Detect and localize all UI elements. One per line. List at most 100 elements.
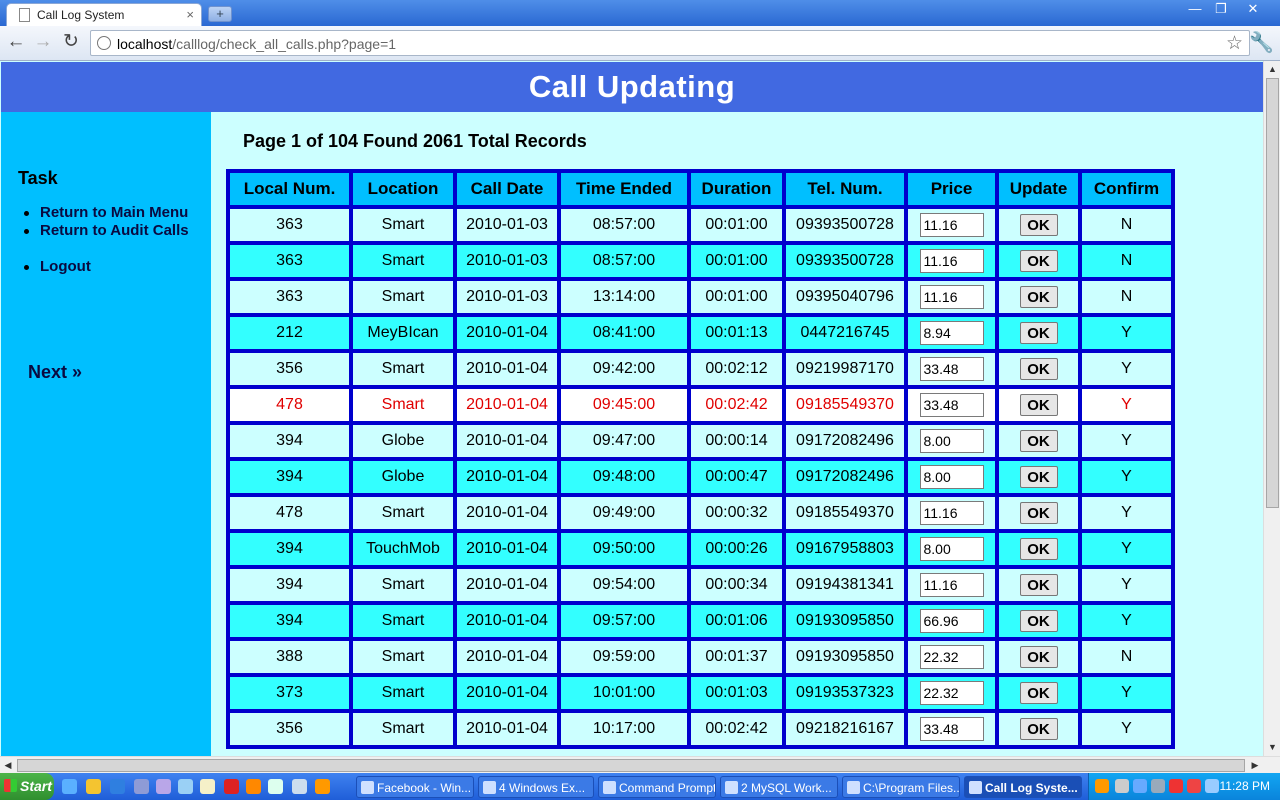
taskbar-item[interactable]: Command Prompt	[598, 776, 716, 798]
scroll-left-icon[interactable]: ◀	[0, 757, 16, 774]
ie-icon[interactable]	[110, 779, 125, 794]
menu-item-logout[interactable]: Logout	[22, 258, 189, 276]
price-input[interactable]	[919, 717, 984, 741]
cell-time: 09:59:00	[559, 639, 689, 675]
horizontal-scroll-thumb[interactable]	[17, 759, 1245, 772]
cell-price	[906, 387, 997, 423]
antivirus-icon[interactable]	[1169, 779, 1183, 793]
cell-confirm: N	[1080, 207, 1173, 243]
ok-button[interactable]: OK	[1019, 718, 1058, 740]
forward-icon[interactable]: →	[32, 31, 54, 53]
app-tray-icon[interactable]	[1133, 779, 1147, 793]
ok-button[interactable]: OK	[1019, 574, 1058, 596]
taskbar-item[interactable]: C:\Program Files...	[842, 776, 960, 798]
app-icon[interactable]	[156, 779, 171, 794]
show-desktop-icon[interactable]	[62, 779, 77, 794]
ok-button[interactable]: OK	[1019, 502, 1058, 524]
price-input[interactable]	[919, 537, 984, 561]
ok-button[interactable]: OK	[1019, 214, 1058, 236]
ok-button[interactable]: OK	[1019, 322, 1058, 344]
cell-local: 478	[228, 387, 351, 423]
rss-tray-icon[interactable]	[1095, 779, 1109, 793]
page-icon	[19, 8, 30, 22]
ok-button[interactable]: OK	[1019, 430, 1058, 452]
start-button[interactable]: Start	[0, 773, 54, 800]
price-input[interactable]	[919, 573, 984, 597]
horizontal-scrollbar[interactable]: ◀ ▶	[0, 756, 1280, 773]
ok-button[interactable]: OK	[1019, 646, 1058, 668]
price-input[interactable]	[919, 645, 984, 669]
minimize-button[interactable]: —	[1182, 1, 1208, 18]
cell-confirm: Y	[1080, 459, 1173, 495]
vlc-icon[interactable]	[246, 779, 261, 794]
price-input[interactable]	[919, 213, 984, 237]
restore-button[interactable]: ❐	[1208, 1, 1234, 18]
cell-local: 388	[228, 639, 351, 675]
notepad-icon[interactable]	[200, 779, 215, 794]
back-icon[interactable]: ←	[5, 31, 27, 53]
taskbar-item[interactable]: 2 MySQL Work...	[720, 776, 838, 798]
price-input[interactable]	[919, 429, 984, 453]
cell-time: 09:57:00	[559, 603, 689, 639]
menu-item-audit-calls[interactable]: Return to Audit Calls	[22, 222, 189, 240]
pdf-icon[interactable]	[224, 779, 239, 794]
next-page-link[interactable]: Next »	[28, 362, 82, 383]
taskbar-item[interactable]: 4 Windows Ex...	[478, 776, 594, 798]
bookmark-star-icon[interactable]: ☆	[1226, 32, 1243, 55]
price-input[interactable]	[919, 285, 984, 309]
app-icon[interactable]	[134, 779, 149, 794]
app-tray-icon[interactable]	[1187, 779, 1201, 793]
browser-tab[interactable]: Call Log System ×	[6, 3, 202, 26]
rss-icon[interactable]	[315, 779, 330, 794]
cell-duration: 00:01:13	[689, 315, 784, 351]
chrome-icon[interactable]	[86, 779, 101, 794]
cell-tel: 0447216745	[784, 315, 906, 351]
cell-confirm: Y	[1080, 423, 1173, 459]
address-bar[interactable]: localhost/calllog/check_all_calls.php?pa…	[90, 30, 1250, 56]
menu-item-main-menu[interactable]: Return to Main Menu	[22, 204, 189, 222]
scroll-up-icon[interactable]: ▲	[1264, 61, 1280, 77]
media-icon[interactable]	[268, 779, 283, 794]
price-input[interactable]	[919, 357, 984, 381]
volume-icon[interactable]	[1205, 779, 1219, 793]
price-input[interactable]	[919, 249, 984, 273]
ok-button[interactable]: OK	[1019, 466, 1058, 488]
cell-confirm: N	[1080, 639, 1173, 675]
taskbar-item-active[interactable]: Call Log Syste...	[964, 776, 1082, 798]
scroll-down-icon[interactable]: ▼	[1264, 739, 1280, 755]
price-input[interactable]	[919, 321, 984, 345]
ok-button[interactable]: OK	[1019, 358, 1058, 380]
scroll-right-icon[interactable]: ▶	[1247, 757, 1263, 774]
window-close-button[interactable]: ✕	[1240, 1, 1266, 18]
price-input[interactable]	[919, 501, 984, 525]
cell-time: 08:41:00	[559, 315, 689, 351]
ok-button[interactable]: OK	[1019, 538, 1058, 560]
price-input[interactable]	[919, 681, 984, 705]
ok-button[interactable]: OK	[1019, 610, 1058, 632]
app-icon[interactable]	[178, 779, 193, 794]
vertical-scrollbar[interactable]: ▲ ▼	[1263, 61, 1280, 756]
app-tray-icon[interactable]	[1151, 779, 1165, 793]
close-tab-icon[interactable]: ×	[186, 7, 194, 22]
ok-button[interactable]: OK	[1019, 682, 1058, 704]
cell-time: 13:14:00	[559, 279, 689, 315]
cell-confirm: Y	[1080, 531, 1173, 567]
wrench-icon[interactable]: 🔧	[1249, 30, 1274, 55]
price-input[interactable]	[919, 393, 984, 417]
cell-location: Smart	[351, 351, 455, 387]
ok-button[interactable]: OK	[1019, 286, 1058, 308]
price-input[interactable]	[919, 465, 984, 489]
cell-time: 09:47:00	[559, 423, 689, 459]
ok-button[interactable]: OK	[1019, 250, 1058, 272]
vertical-scroll-thumb[interactable]	[1266, 78, 1279, 508]
ok-button[interactable]: OK	[1019, 394, 1058, 416]
taskbar-item[interactable]: Facebook - Win...	[356, 776, 474, 798]
new-tab-button[interactable]: +	[208, 6, 232, 22]
price-input[interactable]	[919, 609, 984, 633]
network-icon[interactable]	[1115, 779, 1129, 793]
app-icon[interactable]	[292, 779, 307, 794]
reload-icon[interactable]: ↻	[60, 31, 82, 53]
cell-tel: 09219987170	[784, 351, 906, 387]
windows-taskbar: Start Facebook - Win... 4 Windows Ex... …	[0, 773, 1280, 800]
cell-price	[906, 711, 997, 747]
